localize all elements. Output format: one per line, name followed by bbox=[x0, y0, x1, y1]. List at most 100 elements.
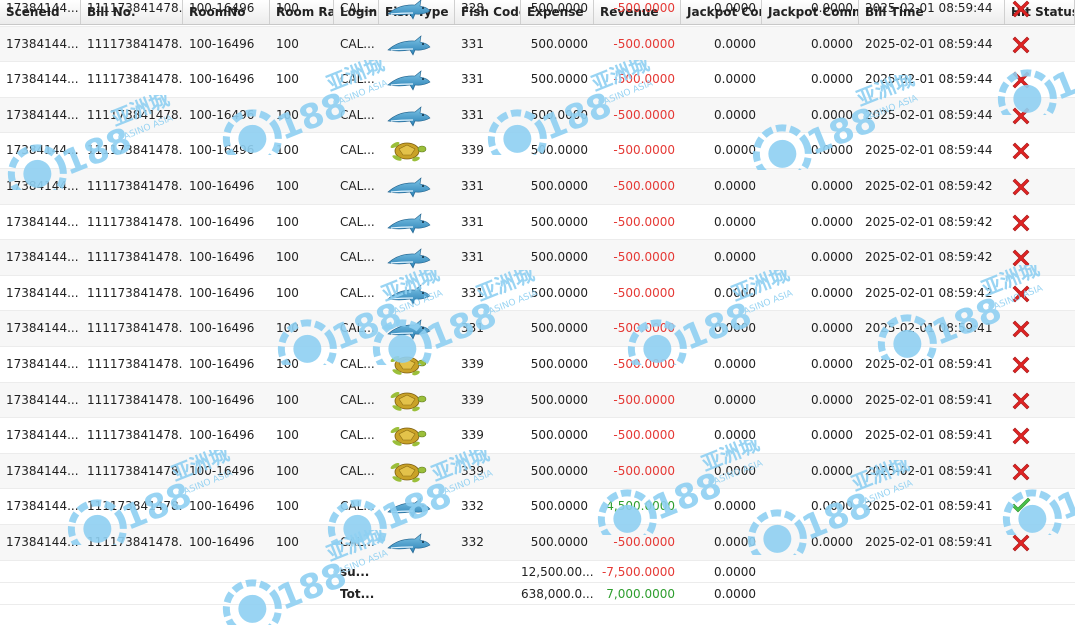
table-row[interactable]: 17384144... 111173841478... 100-16496 100 CA… bbox=[0, 347, 1075, 383]
cell-time: 2025-02-01 08:59:41 bbox=[865, 535, 993, 549]
cell-jpc: 0.0000 bbox=[714, 36, 756, 51]
cell-jpcm: 0.0000 bbox=[811, 357, 853, 371]
cell-room: 100-16496 bbox=[189, 214, 255, 229]
cell-rate: 100 bbox=[276, 179, 299, 193]
cell-time: 2025-02-01 08:59:41 bbox=[865, 357, 993, 371]
table-row[interactable]: 17384144... 111173841478... 100-16496 100 CA… bbox=[0, 169, 1075, 205]
miss-cross-icon bbox=[1009, 245, 1033, 269]
turtle-icon bbox=[385, 350, 431, 378]
table-row[interactable]: 17384144... 111173841478... 100-16496 100 CA… bbox=[0, 382, 1075, 419]
cell-bill: 111173841478... bbox=[87, 285, 183, 300]
cell-jpc: 0.0000 bbox=[714, 143, 756, 158]
cell-bill: 111173841478... bbox=[87, 535, 183, 549]
cell-code: 339 bbox=[461, 463, 484, 478]
miss-cross-icon bbox=[1009, 138, 1033, 162]
cell-rate: 100 bbox=[276, 357, 299, 371]
total-row: Tot... 638,000.0... 7,000.0000 0.0000 bbox=[0, 582, 1075, 605]
cell-rate: 100 bbox=[276, 214, 299, 229]
cell-login: CAL... bbox=[340, 143, 375, 158]
table-row[interactable]: 17384144... 111173841478... 100-16496 100 CA… bbox=[0, 205, 1075, 241]
cell-time: 2025-02-01 08:59:44 bbox=[865, 72, 993, 87]
cell-bill: 111173841478... bbox=[87, 250, 183, 265]
subtotal-expense: 12,500.00... bbox=[521, 564, 594, 579]
total-expense: 638,000.0... bbox=[521, 586, 594, 601]
cell-bill: 111173841478... bbox=[87, 107, 183, 122]
table-row[interactable]: 17384144... 111173841478... 100-16496 100 CA… bbox=[0, 525, 1075, 561]
table-row[interactable]: 17384144... 111173841478... 100-16496 100 CA… bbox=[0, 133, 1075, 169]
total-revenue: 7,000.0000 bbox=[606, 586, 675, 601]
cell-code: 332 bbox=[461, 499, 484, 514]
shark-icon bbox=[385, 243, 431, 271]
subtotal-revenue: -7,500.0000 bbox=[601, 564, 675, 579]
cell-time: 2025-02-01 08:59:41 bbox=[865, 499, 993, 514]
table-row[interactable]: 17384144... 111173841478... 100-16496 100 CA… bbox=[0, 311, 1075, 347]
cell-revenue: -500.0000 bbox=[613, 285, 675, 300]
shark-icon bbox=[385, 528, 431, 556]
cell-code: 331 bbox=[461, 36, 484, 51]
cell-login: CAL... bbox=[340, 107, 375, 122]
subtotal-label: su... bbox=[340, 564, 370, 579]
table-row[interactable]: 17384144... 111173841478... 100-16496 100 CA… bbox=[0, 26, 1075, 63]
total-label: Tot... bbox=[340, 586, 375, 601]
cell-room: 100-16496 bbox=[189, 36, 255, 51]
table-row[interactable]: 17384144... 111173841478... 100-16496 100 CA… bbox=[0, 276, 1075, 312]
cell-time: 2025-02-01 08:59:44 bbox=[865, 1, 993, 15]
turtle-icon bbox=[385, 457, 431, 485]
cell-bill: 111173841478... bbox=[87, 357, 183, 371]
cell-scene: 17384144... bbox=[6, 357, 79, 371]
miss-cross-icon bbox=[1009, 388, 1033, 412]
cell-code: 331 bbox=[461, 321, 484, 336]
cell-login: CAL... bbox=[340, 463, 375, 478]
cell-jpcm: 0.0000 bbox=[811, 214, 853, 229]
cell-scene: 17384144... bbox=[6, 463, 79, 478]
table-row[interactable]: 17384144... 111173841478... 100-16496 100 CA… bbox=[0, 0, 1075, 27]
cell-jpcm: 0.0000 bbox=[811, 392, 853, 407]
table-row[interactable]: 17384144... 111173841478... 100-16496 100 CA… bbox=[0, 453, 1075, 490]
cell-room: 100-16496 bbox=[189, 499, 255, 514]
cell-room: 100-16496 bbox=[189, 357, 255, 371]
turtle-icon bbox=[385, 386, 431, 414]
table-row[interactable]: 17384144... 111173841478... 100-16496 100 CA… bbox=[0, 418, 1075, 454]
cell-code: 339 bbox=[461, 357, 484, 371]
cell-login: CAL... bbox=[340, 72, 375, 87]
miss-cross-icon bbox=[1009, 174, 1033, 198]
cell-scene: 17384144... bbox=[6, 250, 79, 265]
cell-room: 100-16496 bbox=[189, 428, 255, 443]
cell-rate: 100 bbox=[276, 250, 299, 265]
cell-bill: 111173841478... bbox=[87, 143, 183, 158]
cell-jpc: 0.0000 bbox=[714, 1, 756, 15]
cell-room: 100-16496 bbox=[189, 179, 255, 193]
cell-bill: 111173841478... bbox=[87, 72, 183, 87]
cell-expense: 500.0000 bbox=[530, 392, 588, 407]
shark-icon bbox=[385, 208, 431, 236]
cell-room: 100-16496 bbox=[189, 250, 255, 265]
cell-rate: 100 bbox=[276, 428, 299, 443]
cell-scene: 17384144... bbox=[6, 72, 79, 87]
miss-cross-icon bbox=[1009, 316, 1033, 340]
cell-code: 339 bbox=[461, 392, 484, 407]
cell-jpc: 0.0000 bbox=[714, 428, 756, 443]
shark-icon bbox=[385, 314, 431, 342]
subtotal-jpc: 0.0000 bbox=[714, 564, 756, 579]
table-row[interactable]: 17384144... 111173841478... 100-16496 100 CA… bbox=[0, 97, 1075, 134]
cell-bill: 111173841478... bbox=[87, 499, 183, 514]
table-row[interactable]: 17384144... 111173841478... 100-16496 100 CA… bbox=[0, 489, 1075, 525]
cell-code: 331 bbox=[461, 285, 484, 300]
cell-revenue: -500.0000 bbox=[613, 72, 675, 87]
cell-scene: 17384144... bbox=[6, 392, 79, 407]
subtotal-row: su... 12,500.00... -7,500.0000 0.0000 bbox=[0, 560, 1075, 583]
table-row[interactable]: 17384144... 111173841478... 100-16496 100 CA… bbox=[0, 240, 1075, 276]
cell-login: CAL... bbox=[340, 36, 375, 51]
shark-icon bbox=[385, 279, 431, 307]
cell-expense: 500.0000 bbox=[530, 357, 588, 371]
cell-revenue: -500.0000 bbox=[613, 321, 675, 336]
cell-scene: 17384144... bbox=[6, 321, 79, 336]
cell-bill: 111173841478... bbox=[87, 428, 183, 443]
cell-jpc: 0.0000 bbox=[714, 285, 756, 300]
miss-cross-icon bbox=[1009, 67, 1033, 91]
cell-code: 328 bbox=[461, 1, 484, 15]
cell-scene: 17384144... bbox=[6, 1, 79, 15]
table-row[interactable]: 17384144... 111173841478... 100-16496 100 CA… bbox=[0, 62, 1075, 98]
cell-login: CAL... bbox=[340, 535, 375, 549]
cell-bill: 111173841478... bbox=[87, 179, 183, 193]
